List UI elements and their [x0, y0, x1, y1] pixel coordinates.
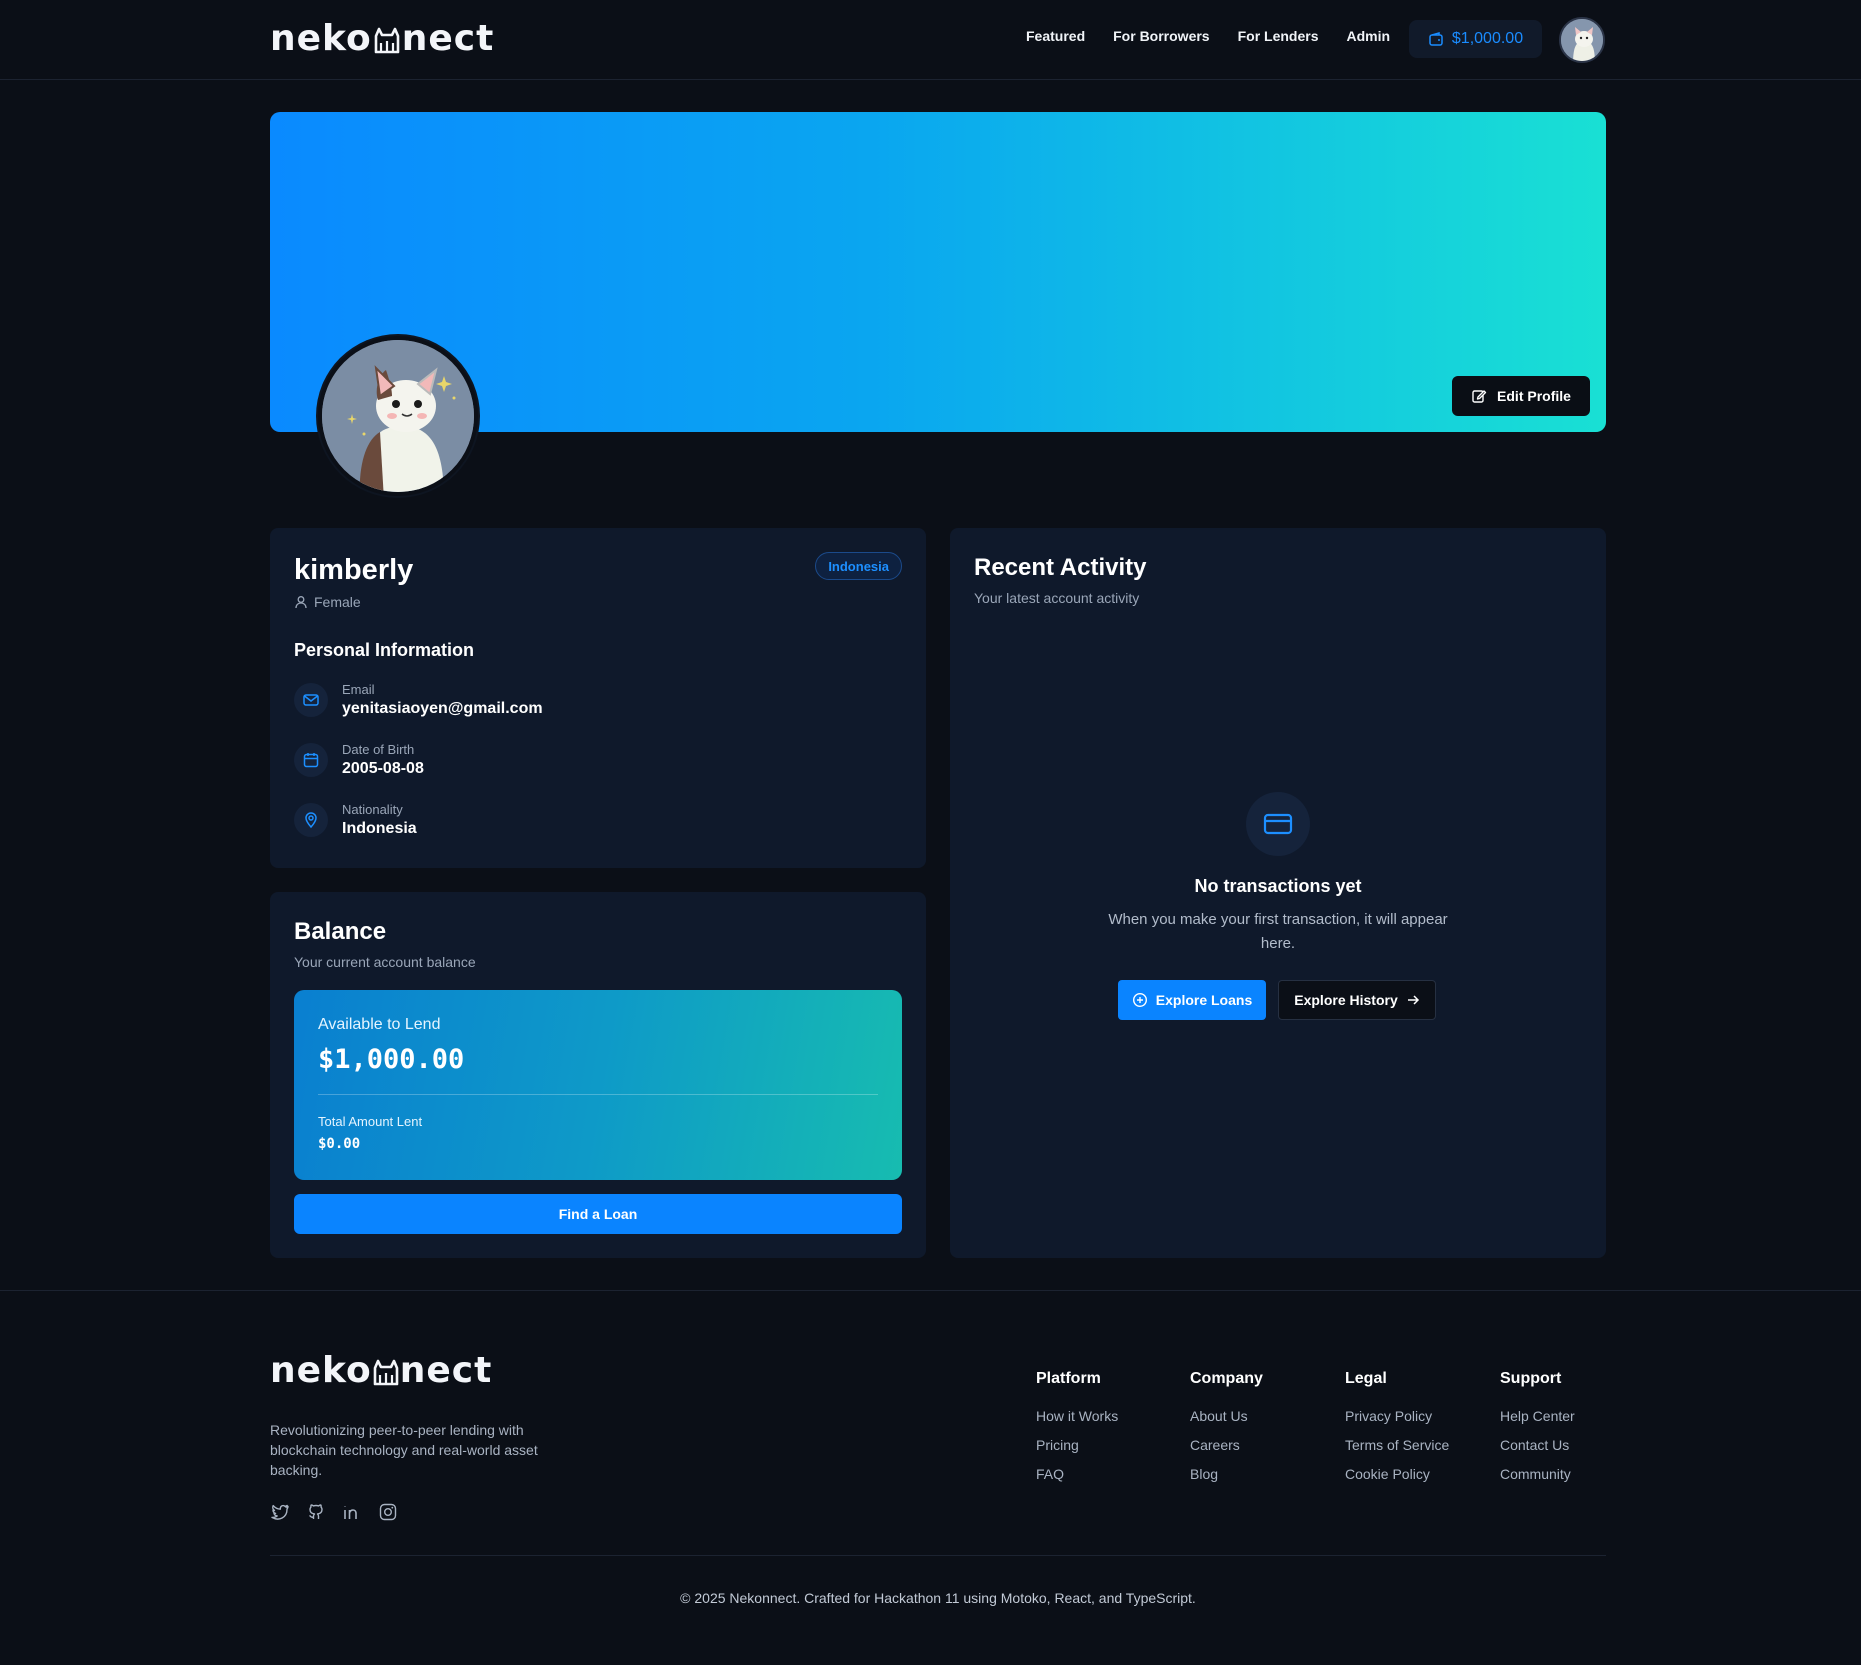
footer-link-help-center[interactable]: Help Center: [1500, 1408, 1575, 1424]
footer-column-company: Company About Us Careers Blog: [1190, 1370, 1263, 1495]
user-avatar[interactable]: [1559, 17, 1605, 63]
mail-icon: [294, 683, 328, 717]
brand-logo[interactable]: neko nect: [270, 18, 494, 59]
balance-subtitle: Your current account balance: [294, 954, 476, 970]
footer-heading-legal: Legal: [1345, 1370, 1387, 1387]
footer-link-cookie-policy[interactable]: Cookie Policy: [1345, 1466, 1449, 1482]
logo-text-left: neko: [270, 18, 372, 59]
explore-loans-button[interactable]: Explore Loans: [1118, 980, 1266, 1020]
nationality-value: Indonesia: [342, 820, 417, 837]
edit-profile-label: Edit Profile: [1497, 388, 1571, 404]
dob-value: 2005-08-08: [342, 760, 424, 777]
footer-link-about-us[interactable]: About Us: [1190, 1408, 1263, 1424]
footer-link-terms-of-service[interactable]: Terms of Service: [1345, 1437, 1449, 1453]
footer-logo-right: nect: [399, 1350, 493, 1391]
footer-link-careers[interactable]: Careers: [1190, 1437, 1263, 1453]
map-pin-icon: [294, 803, 328, 837]
explore-history-button[interactable]: Explore History: [1278, 980, 1436, 1020]
credit-card-icon: [1246, 792, 1310, 856]
email-value: yenitasiaoyen@gmail.com: [342, 700, 543, 717]
github-icon[interactable]: [306, 1502, 326, 1522]
logo-text-right: nect: [401, 18, 495, 59]
nav-admin[interactable]: Admin: [1347, 28, 1391, 44]
footer-column-legal: Legal Privacy Policy Terms of Service Co…: [1345, 1370, 1449, 1495]
plus-circle-icon: [1132, 992, 1147, 1008]
country-badge: Indonesia: [815, 552, 902, 580]
balance-card: Balance Your current account balance Ava…: [270, 892, 926, 1258]
profile-gender: Female: [294, 594, 361, 610]
balance-title: Balance: [294, 918, 387, 945]
footer-link-contact-us[interactable]: Contact Us: [1500, 1437, 1575, 1453]
footer-divider: [0, 1290, 1861, 1291]
profile-avatar: [318, 336, 478, 496]
explore-loans-label: Explore Loans: [1155, 992, 1253, 1008]
personal-info-heading: Personal Information: [294, 640, 475, 660]
lent-label: Total Amount Lent: [318, 1114, 423, 1129]
arrow-right-icon: [1407, 995, 1419, 1005]
dob-label: Date of Birth: [342, 742, 415, 757]
footer-heading-support: Support: [1500, 1370, 1562, 1387]
email-label: Email: [342, 682, 375, 697]
cat-avatar-icon: [1561, 19, 1603, 61]
copyright-text: © 2025 Nekonnect. Crafted for Hackathon …: [680, 1590, 1196, 1606]
activity-title: Recent Activity: [974, 554, 1147, 581]
email-row: Email yenitasiaoyen@gmail.com: [294, 682, 543, 718]
footer-column-platform: Platform How it Works Pricing FAQ: [1036, 1370, 1118, 1495]
explore-history-label: Explore History: [1294, 992, 1398, 1008]
profile-name: kimberly: [294, 554, 414, 586]
find-loan-button[interactable]: Find a Loan: [294, 1194, 902, 1234]
footer-heading-platform: Platform: [1036, 1370, 1101, 1387]
instagram-icon[interactable]: [378, 1502, 398, 1522]
top-navbar: neko nect Featured For Borrowers For Len…: [0, 0, 1861, 80]
gender-label: Female: [314, 594, 361, 610]
nationality-label: Nationality: [342, 802, 403, 817]
nav-for-borrowers[interactable]: For Borrowers: [1113, 28, 1209, 44]
footer-logo-left: neko: [270, 1350, 372, 1391]
footer-link-blog[interactable]: Blog: [1190, 1466, 1263, 1482]
footer-bottom-divider: [270, 1555, 1606, 1556]
social-links: [270, 1502, 398, 1522]
activity-subtitle: Your latest account activity: [974, 590, 1140, 606]
wallet-icon: [1429, 32, 1443, 46]
available-label: Available to Lend: [318, 1016, 441, 1033]
linkedin-icon[interactable]: [342, 1502, 362, 1522]
cat-logo-icon: [374, 27, 400, 53]
footer-link-faq[interactable]: FAQ: [1036, 1466, 1118, 1482]
footer-logo[interactable]: neko nect: [270, 1350, 492, 1391]
cat-portrait-image: [322, 340, 474, 492]
footer-link-pricing[interactable]: Pricing: [1036, 1437, 1118, 1453]
footer-heading-company: Company: [1190, 1370, 1263, 1387]
footer-column-support: Support Help Center Contact Us Community: [1500, 1370, 1575, 1495]
twitter-icon[interactable]: [270, 1502, 290, 1522]
dob-row: Date of Birth 2005-08-08: [294, 742, 424, 778]
wallet-amount: $1,000.00: [1451, 30, 1524, 47]
main-nav: Featured For Borrowers For Lenders Admin: [1026, 28, 1418, 44]
footer-link-privacy-policy[interactable]: Privacy Policy: [1345, 1408, 1449, 1424]
edit-icon: [1472, 390, 1487, 403]
balance-divider: [318, 1094, 878, 1095]
lent-amount: $0.00: [318, 1136, 361, 1152]
empty-state-title: No transactions yet: [1194, 876, 1362, 896]
empty-state-description: When you make your first transaction, it…: [1108, 911, 1448, 952]
nationality-row: Nationality Indonesia: [294, 802, 417, 838]
footer-link-how-it-works[interactable]: How it Works: [1036, 1408, 1118, 1424]
calendar-icon: [294, 743, 328, 777]
user-icon: [295, 596, 307, 609]
balance-summary-box: Available to Lend $1,000.00 Total Amount…: [294, 990, 902, 1180]
wallet-balance-button[interactable]: $1,000.00: [1409, 20, 1542, 58]
recent-activity-card: Recent Activity Your latest account acti…: [950, 528, 1606, 1258]
nav-featured[interactable]: Featured: [1026, 28, 1085, 44]
available-amount: $1,000.00: [318, 1044, 465, 1075]
footer-description: Revolutionizing peer-to-peer lending wit…: [270, 1422, 538, 1478]
nav-for-lenders[interactable]: For Lenders: [1238, 28, 1319, 44]
profile-info-card: kimberly Female Indonesia Personal Infor…: [270, 528, 926, 868]
footer-link-community[interactable]: Community: [1500, 1466, 1575, 1482]
cat-logo-icon: [373, 1359, 399, 1385]
edit-profile-button[interactable]: Edit Profile: [1452, 376, 1590, 416]
